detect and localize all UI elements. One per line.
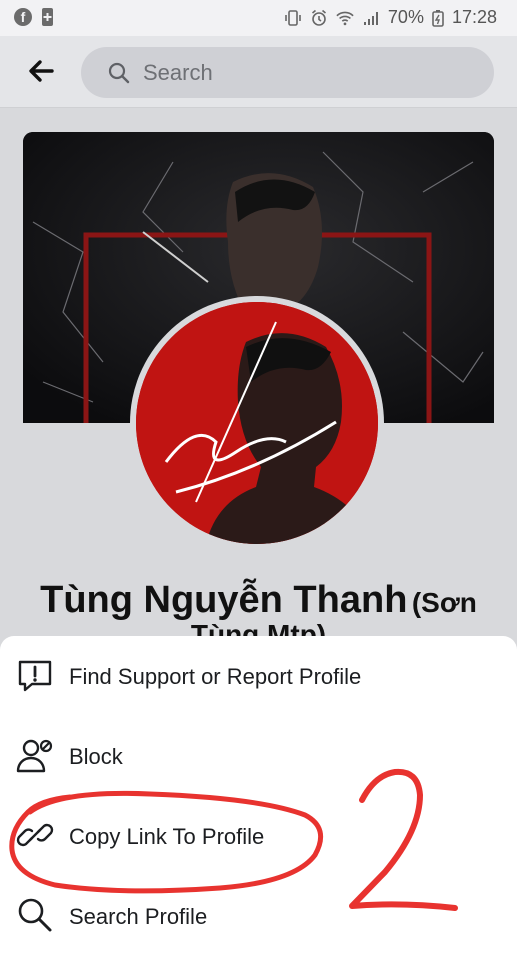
status-bar-notifications: f <box>14 8 53 26</box>
search-bar[interactable] <box>81 47 494 98</box>
back-arrow-icon <box>29 60 54 82</box>
profile-name-alt: (Sơn <box>411 587 477 618</box>
battery-charging-icon <box>432 9 444 27</box>
vibrate-icon <box>285 9 301 26</box>
menu-item-label: Copy Link To Profile <box>69 824 265 849</box>
battery-saver-notification-icon <box>42 8 53 26</box>
status-bar: f 70% 17:28 <box>0 0 517 36</box>
status-bar-system: 70% 17:28 <box>284 7 497 28</box>
menu-item-label: Block <box>69 744 123 769</box>
profile-name-main: Tùng Nguyễn Thanh <box>40 579 408 621</box>
wifi-icon <box>336 11 354 25</box>
facebook-notification-icon: f <box>14 8 32 26</box>
signal-icon <box>363 11 378 25</box>
profile-name: Tùng Nguyễn Thanh (Sơn <box>0 579 517 622</box>
menu-item-copy-link[interactable]: Copy Link To Profile <box>0 796 517 876</box>
alarm-icon <box>311 9 326 26</box>
search-icon <box>108 62 130 83</box>
link-icon <box>16 823 54 847</box>
battery-percent: 70% <box>387 7 424 27</box>
profile-picture[interactable] <box>136 302 378 544</box>
profile-picture-frame <box>130 296 384 550</box>
profile-picture-image <box>136 302 378 544</box>
clock: 17:28 <box>451 7 497 27</box>
search-header <box>0 36 517 108</box>
profile-section: Tùng Nguyễn Thanh (Sơn Tùng Mtp) <box>0 109 517 669</box>
search-icon <box>18 898 52 932</box>
menu-item-search-profile[interactable]: Search Profile <box>0 876 517 956</box>
profile-options-sheet: Find Support or Report Profile Block Cop… <box>0 636 517 960</box>
menu-item-block[interactable]: Block <box>0 716 517 796</box>
search-input[interactable] <box>143 59 463 86</box>
menu-item-label: Search Profile <box>69 904 208 929</box>
block-user-icon <box>16 739 53 773</box>
report-icon <box>18 660 52 692</box>
back-button[interactable] <box>26 56 56 86</box>
menu-item-find-support[interactable]: Find Support or Report Profile <box>0 636 517 716</box>
menu-item-label: Find Support or Report Profile <box>69 664 362 689</box>
